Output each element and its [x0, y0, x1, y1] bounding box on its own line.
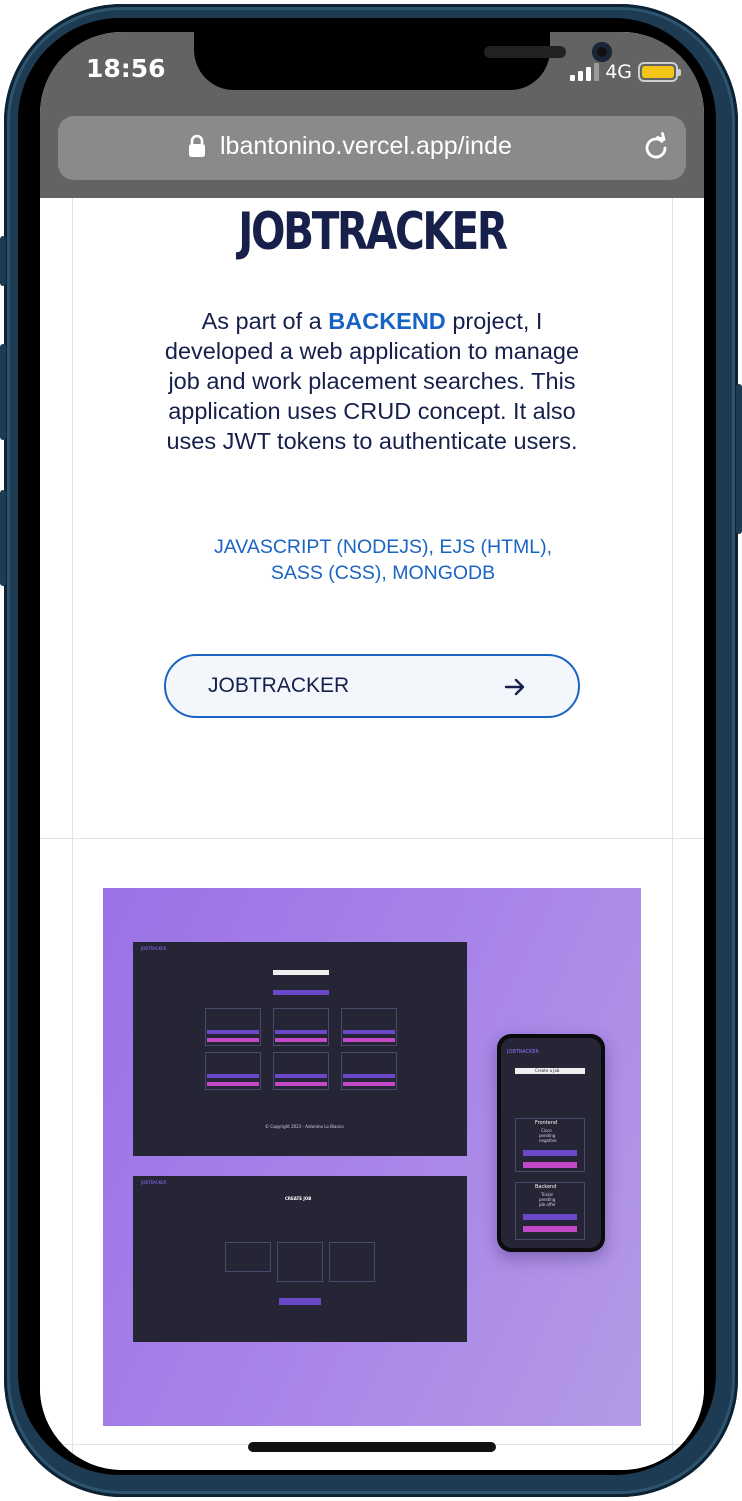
- mockup-edit-button: [275, 1030, 327, 1034]
- mockup-edit-button: [343, 1030, 395, 1034]
- mockup-input: [273, 970, 329, 975]
- mockup-edit-button: [275, 1074, 327, 1078]
- mockup-heading: CREATE JOB: [285, 1196, 312, 1201]
- mockup-delete-button: [343, 1038, 395, 1042]
- mockup-delete-button: [343, 1082, 395, 1086]
- project-title: JOBTRACKER: [238, 202, 508, 262]
- mockup-form-column: [277, 1242, 323, 1282]
- tech-stack: JAVASCRIPT (NODEJS), EJS (HTML), SASS (C…: [190, 534, 576, 586]
- arrow-right-icon: [504, 678, 525, 696]
- earpiece-speaker: [484, 46, 566, 58]
- volume-down-button: [0, 490, 6, 586]
- notch: [194, 32, 612, 90]
- mockup-submit-button: [279, 1298, 321, 1305]
- mockup-logo: JOBTRACKER: [141, 946, 167, 951]
- description-highlight: BACKEND: [328, 308, 446, 334]
- mockup-copyright: © Copyright 2023 · Antonino Lo Bianco: [265, 1124, 344, 1129]
- project-description: As part of a BACKEND project, I develope…: [160, 306, 584, 456]
- mobile-mockup-delete-button: [523, 1226, 577, 1232]
- mobile-mockup: JOBTRACKER Create a Job Frontend Cisco p…: [497, 1034, 605, 1252]
- mobile-mockup-card-title: Backend: [535, 1184, 557, 1190]
- mockup-form-column: [225, 1242, 271, 1272]
- mockup-form-column: [329, 1242, 375, 1282]
- mockup-logo: JOBTRACKER: [141, 1180, 167, 1185]
- mobile-mockup-edit-button: [523, 1150, 577, 1156]
- project-link-label: JOBTRACKER: [208, 674, 350, 697]
- mobile-mockup-screen: JOBTRACKER Create a Job Frontend Cisco p…: [501, 1038, 601, 1248]
- mockup-edit-button: [343, 1074, 395, 1078]
- browser-top-bar: 18:56 4G lbantonino.vercel.app/inde: [40, 32, 704, 198]
- mockup-delete-button: [275, 1038, 327, 1042]
- home-indicator[interactable]: [248, 1442, 496, 1452]
- tech-stack-line-2: SASS (CSS), MONGODB: [270, 562, 496, 584]
- reload-icon[interactable]: [640, 132, 672, 164]
- lock-icon: [189, 134, 205, 157]
- mockup-edit-button: [207, 1030, 259, 1034]
- section-divider: [40, 838, 704, 839]
- project-preview-image: JOBTRACKER © Copyright 2023 · Antonino L…: [103, 888, 641, 1426]
- address-bar[interactable]: lbantonino.vercel.app/inde: [58, 116, 686, 180]
- mockup-edit-button: [207, 1074, 259, 1078]
- tech-stack-line-1: JAVASCRIPT (NODEJS), EJS (HTML),: [213, 536, 553, 558]
- phone-screen: 18:56 4G lbantonino.vercel.app/inde JOBT…: [40, 32, 704, 1470]
- mobile-mockup-card-meta: job offer: [539, 1202, 556, 1207]
- mockup-button: [273, 990, 329, 995]
- mobile-mockup-delete-button: [523, 1162, 577, 1168]
- status-indicators: 4G: [570, 60, 681, 84]
- project-link-button[interactable]: JOBTRACKER: [164, 654, 580, 718]
- power-button: [736, 384, 742, 534]
- status-time: 18:56: [86, 54, 166, 83]
- description-prefix: As part of a: [201, 308, 322, 334]
- mobile-mockup-logo: JOBTRACKER: [507, 1049, 539, 1055]
- front-camera: [592, 42, 612, 62]
- mockup-delete-button: [275, 1082, 327, 1086]
- mobile-mockup-edit-button: [523, 1214, 577, 1220]
- url-text: lbantonino.vercel.app/inde: [220, 132, 512, 160]
- volume-up-button: [0, 344, 6, 440]
- battery-icon: [638, 62, 681, 82]
- mockup-delete-button: [207, 1082, 259, 1086]
- grid-line: [72, 198, 73, 1470]
- mobile-mockup-card-title: Frontend: [535, 1120, 558, 1126]
- web-page: JOBTRACKER As part of a BACKEND project,…: [40, 198, 704, 1470]
- mobile-mockup-create-label: Create a Job: [535, 1068, 560, 1073]
- network-type: 4G: [605, 61, 632, 83]
- grid-line: [672, 198, 673, 1470]
- mute-switch: [0, 236, 6, 286]
- mockup-delete-button: [207, 1038, 259, 1042]
- mobile-mockup-card-meta: negative: [539, 1138, 557, 1143]
- desktop-dashboard-mockup: JOBTRACKER © Copyright 2023 · Antonino L…: [133, 942, 467, 1156]
- signal-icon: [570, 63, 600, 81]
- desktop-create-job-mockup: JOBTRACKER CREATE JOB: [133, 1176, 467, 1342]
